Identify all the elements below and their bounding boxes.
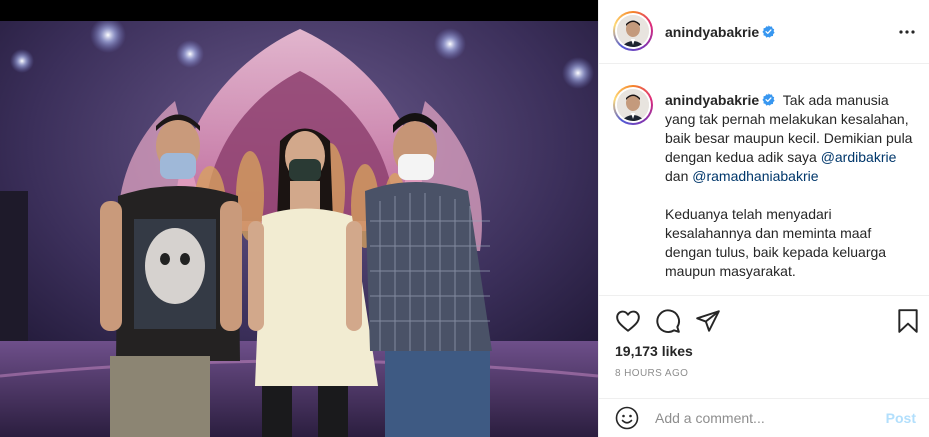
caption-username[interactable]: anindyabakrie	[665, 92, 775, 108]
likes-count[interactable]: 19,173 likes	[615, 343, 693, 359]
heart-icon[interactable]	[615, 308, 641, 334]
bookmark-icon[interactable]	[895, 308, 921, 334]
caption-paragraph-2: Keduanya telah menyadari kesalahannya da…	[665, 206, 887, 279]
instagram-post: anindyabakrie anindyabakrie Tak ada manu…	[0, 0, 929, 437]
verified-badge-icon	[762, 25, 775, 38]
mention-ramadhaniabakrie[interactable]: @ramadhaniabakrie	[692, 168, 818, 184]
post-photo[interactable]	[0, 21, 598, 437]
comment-input[interactable]	[655, 408, 865, 428]
header-username-text[interactable]: anindyabakrie	[665, 24, 759, 40]
header-username[interactable]: anindyabakrie	[665, 24, 775, 40]
share-icon[interactable]	[695, 308, 721, 334]
verified-badge-icon	[762, 93, 775, 106]
emoji-icon[interactable]	[615, 406, 639, 430]
window-top-bar	[0, 0, 598, 21]
post-caption: anindyabakrie Tak ada manusia yang tak p…	[599, 65, 929, 295]
caption-text: anindyabakrie Tak ada manusia yang tak p…	[665, 91, 915, 281]
comment-icon[interactable]	[655, 308, 681, 334]
caption-avatar[interactable]	[613, 85, 653, 125]
post-header: anindyabakrie	[599, 0, 929, 64]
post-side-panel: anindyabakrie anindyabakrie Tak ada manu…	[598, 0, 929, 437]
avatar-photo	[617, 15, 649, 47]
caption-avatar-photo	[617, 89, 649, 121]
caption-connector: dan	[665, 168, 689, 184]
caption-username-text[interactable]: anindyabakrie	[665, 92, 759, 108]
more-options-icon[interactable]	[898, 24, 916, 40]
photo-scene	[0, 21, 598, 437]
post-comment-button[interactable]: Post	[886, 410, 916, 426]
comment-bar: Post	[599, 398, 929, 437]
mention-ardibakrie[interactable]: @ardibakrie	[821, 149, 897, 165]
post-timestamp[interactable]: 8 HOURS AGO	[615, 368, 688, 379]
avatar[interactable]	[613, 11, 653, 51]
